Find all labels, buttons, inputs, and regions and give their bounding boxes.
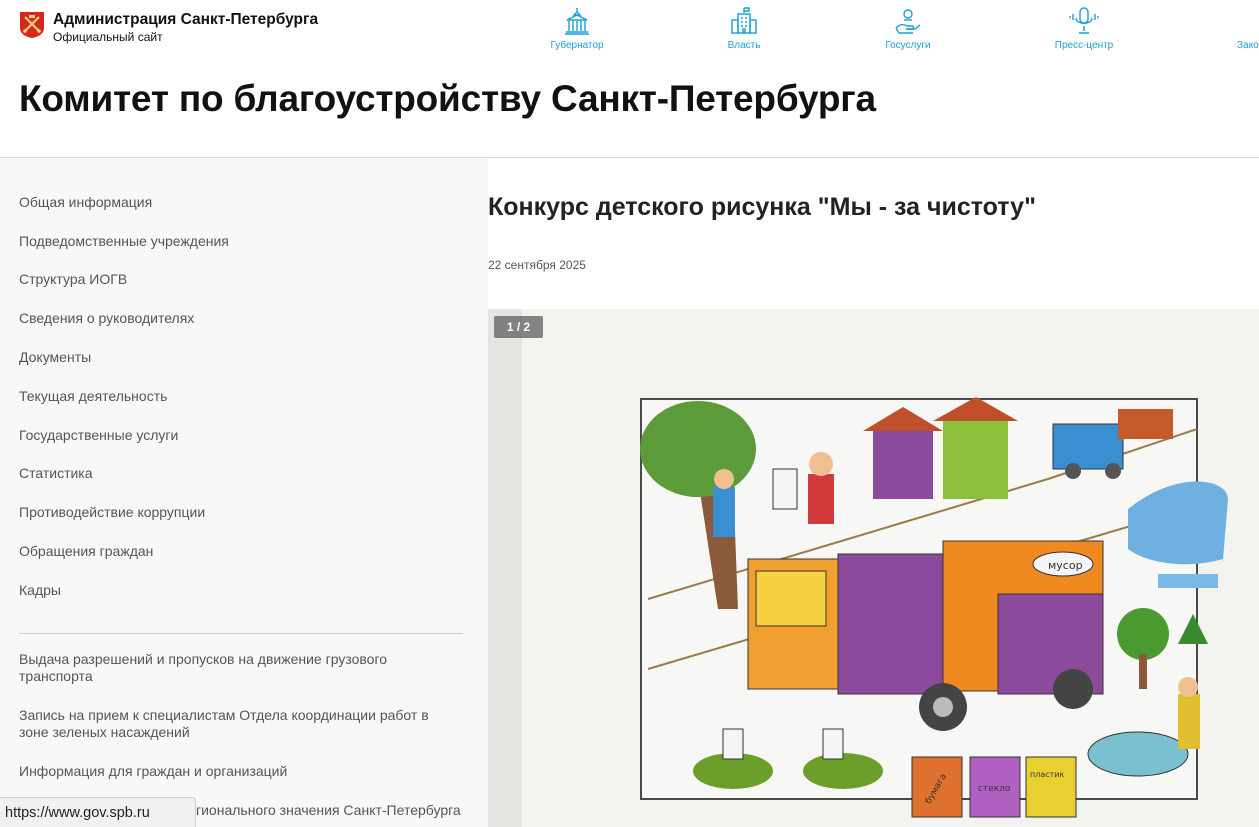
government-building-icon	[565, 8, 589, 35]
sidebar-link-green-zone-appointment[interactable]: Запись на прием к специалистам Отдела ко…	[19, 707, 439, 741]
drawing-label-steklo: стекло	[978, 784, 1011, 794]
coat-of-arms-icon	[20, 12, 44, 38]
brand-title: Администрация Санкт-Петербурга	[53, 11, 319, 28]
nav-press-center[interactable]: Пресс-центр	[1029, 6, 1139, 51]
sidebar-item-services[interactable]: Государственные услуги	[19, 427, 178, 443]
sidebar-item-documents[interactable]: Документы	[19, 349, 91, 365]
sidebar-item-general-info[interactable]: Общая информация	[19, 194, 152, 210]
site-logo-link[interactable]: Администрация Санкт-Петербурга Официальн…	[19, 11, 318, 45]
nav-gosuslugi[interactable]: Госуслуги	[853, 6, 963, 51]
sidebar-item-structure[interactable]: Структура ИОГВ	[19, 271, 127, 287]
sidebar-item-leaders[interactable]: Сведения о руководителях	[19, 310, 194, 326]
nav-laws-label: Зако	[1237, 40, 1259, 51]
sidebar-item-statistics[interactable]: Статистика	[19, 465, 93, 481]
children-drawing-image: мусор бумага стекло пластик	[488, 309, 1259, 827]
nav-gosuslugi-label: Госуслуги	[885, 40, 931, 51]
article-title: Конкурс детского рисунка "Мы - за чистот…	[488, 193, 1036, 221]
sidebar-item-appeals[interactable]: Обращения граждан	[19, 543, 153, 559]
sidebar-divider	[19, 633, 463, 634]
article-date: 22 сентября 2025	[488, 258, 586, 272]
hand-service-icon	[895, 9, 921, 34]
sidebar-link-regional[interactable]: гионального значения Санкт-Петербурга	[196, 802, 466, 819]
sidebar-link-truck-permits[interactable]: Выдача разрешений и пропусков на движени…	[19, 651, 439, 685]
sidebar-link-citizen-info[interactable]: Информация для граждан и организаций	[19, 763, 439, 780]
image-gallery[interactable]: мусор бумага стекло пластик 1 / 2	[488, 309, 1259, 827]
sidebar-item-activity[interactable]: Текущая деятельность	[19, 388, 167, 404]
microphone-icon	[1069, 7, 1099, 34]
office-building-icon	[731, 7, 757, 34]
drawing-label-musor: мусор	[1048, 559, 1083, 572]
nav-governor-label: Губернатор	[550, 40, 604, 51]
nav-authority[interactable]: Власть	[689, 6, 799, 51]
nav-governor[interactable]: Губернатор	[522, 6, 632, 51]
sidebar-item-personnel[interactable]: Кадры	[19, 582, 61, 598]
drawing-label-plastic: пластик	[1030, 770, 1065, 779]
brand-subtitle: Официальный сайт	[53, 29, 163, 44]
top-bar: Администрация Санкт-Петербурга Официальн…	[0, 0, 1259, 60]
nav-laws[interactable]: Зако	[1199, 6, 1259, 51]
nav-press-center-label: Пресс-центр	[1054, 40, 1114, 51]
sidebar: Общая информация Подведомственные учрежд…	[0, 158, 488, 827]
sidebar-item-anticorruption[interactable]: Противодействие коррупции	[19, 504, 205, 520]
gallery-counter: 1 / 2	[494, 316, 543, 338]
page-title: Комитет по благоустройству Санкт-Петербу…	[19, 78, 876, 119]
nav-authority-label: Власть	[727, 40, 761, 51]
status-bar-url: https://www.gov.spb.ru	[0, 797, 196, 827]
sidebar-item-subordinate[interactable]: Подведомственные учреждения	[19, 233, 229, 249]
